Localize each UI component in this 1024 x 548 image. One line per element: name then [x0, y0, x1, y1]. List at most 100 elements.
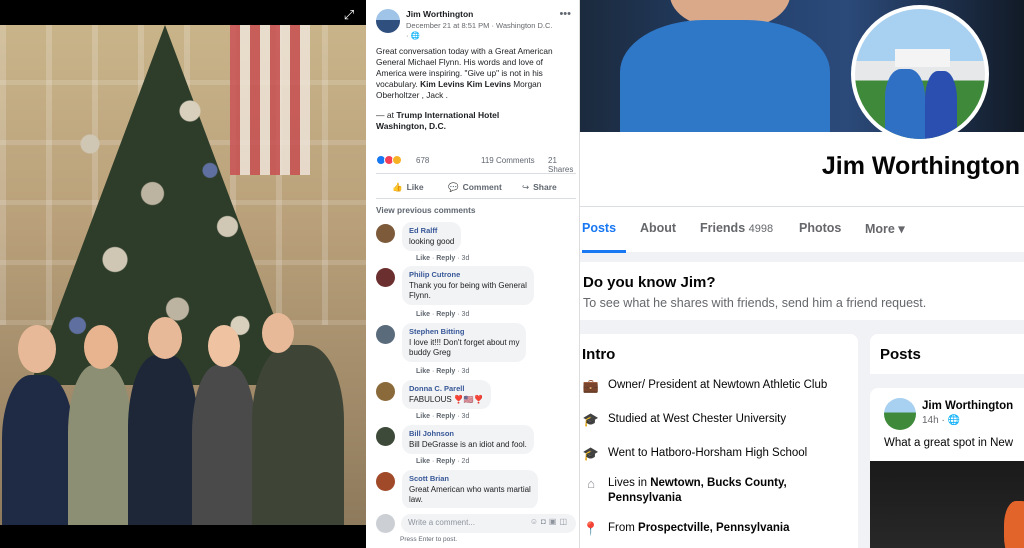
- comment-time[interactable]: 2d: [462, 458, 470, 465]
- commenter-avatar[interactable]: [376, 472, 395, 491]
- commenter-avatar[interactable]: [376, 268, 395, 287]
- comment-like[interactable]: Like: [416, 311, 430, 318]
- comment-like[interactable]: Like: [416, 368, 430, 375]
- comment-reply[interactable]: Reply: [436, 368, 455, 375]
- friend-request-card: Do you know Jim? To see what he shares w…: [580, 262, 1024, 320]
- comment: Ed Ralff looking good Like · Reply · 3d: [376, 222, 576, 264]
- intro-title: Intro: [582, 346, 616, 363]
- commenter-name[interactable]: Scott Brian: [409, 474, 531, 484]
- commenter-name[interactable]: Bill Johnson: [409, 429, 527, 439]
- person-1: [2, 375, 74, 525]
- post-line[interactable]: Oberholtzer , Jack .: [376, 90, 576, 101]
- from-place[interactable]: Prospectville, Pennsylvania: [638, 522, 790, 534]
- comment-input[interactable]: Write a comment... ☺◘▣◫: [401, 514, 576, 533]
- comment-like[interactable]: Like: [416, 458, 430, 465]
- checkin-place[interactable]: Trump International Hotel: [396, 110, 499, 120]
- preview-author[interactable]: Jim Worthington: [922, 400, 1013, 412]
- person-5: [252, 345, 344, 525]
- comment-bubble: Scott Brian Great American who wants mart…: [402, 470, 538, 508]
- comment-bubble: Bill Johnson Bill DeGrasse is an idiot an…: [402, 425, 534, 454]
- view-previous-comments[interactable]: View previous comments: [376, 205, 475, 215]
- comment: Scott Brian Great American who wants mart…: [376, 470, 576, 508]
- preview-image-accent: [1004, 501, 1024, 548]
- reaction-count[interactable]: 678: [416, 156, 429, 165]
- comment-button[interactable]: 💬 Comment: [448, 182, 502, 193]
- photo-viewer: ⤢: [0, 0, 366, 548]
- comments-count[interactable]: 119 Comments: [481, 156, 535, 165]
- comment: Philip Cutrone Thank you for being with G…: [376, 266, 576, 320]
- comment-text: I love it!!! Don't forget about my: [409, 338, 520, 347]
- tab-about[interactable]: About: [640, 221, 676, 235]
- comment-bubble: Ed Ralff looking good: [402, 222, 462, 251]
- tab-friends[interactable]: Friends 4998: [700, 221, 773, 235]
- person-1-head: [18, 325, 56, 373]
- comment-text: looking good: [409, 237, 455, 246]
- preview-image[interactable]: [870, 461, 1024, 548]
- location-pin-icon: 📍: [582, 521, 600, 536]
- share-button[interactable]: ↪ Share: [522, 182, 557, 193]
- ellipsis-icon[interactable]: •••: [559, 8, 571, 20]
- tab-posts[interactable]: Posts: [582, 221, 616, 235]
- preview-avatar[interactable]: [884, 398, 916, 430]
- post-header: Jim Worthington December 21 at 8:51 PM ·…: [376, 9, 576, 43]
- tagged-people[interactable]: Kim Levins Kim Levins: [420, 79, 511, 89]
- intro-work-text: Owner/ President at Newtown Athletic Clu…: [608, 379, 828, 391]
- profile-name: Jim Worthington: [821, 152, 1020, 180]
- camera-icon[interactable]: ◘: [541, 517, 549, 526]
- emoji-icon[interactable]: ☺: [530, 517, 541, 526]
- from-prefix: From: [608, 522, 639, 534]
- comment-like[interactable]: Like: [416, 255, 430, 262]
- comment-text: Thank you for being with General: [409, 281, 527, 290]
- comment-reply[interactable]: Reply: [436, 458, 455, 465]
- commenter-name[interactable]: Ed Ralff: [409, 226, 454, 236]
- globe-icon: 🌐: [410, 31, 420, 40]
- commenter-name[interactable]: Donna C. Parell: [409, 384, 484, 394]
- tagged-rest[interactable]: Morgan: [511, 79, 541, 89]
- lives-state[interactable]: Pennsylvania: [608, 492, 682, 504]
- checkin-city[interactable]: Washington, D.C.: [376, 121, 446, 131]
- comment-time[interactable]: 3d: [462, 311, 470, 318]
- tab-friends-label: Friends: [700, 221, 746, 235]
- post-body: Great conversation today with a Great Am…: [376, 46, 576, 101]
- comment-text: Flynn.: [409, 291, 431, 300]
- reaction-icons[interactable]: [376, 155, 402, 167]
- post-preview[interactable]: Jim Worthington 14h · 🌐 What a great spo…: [870, 388, 1024, 548]
- commenter-avatar[interactable]: [376, 325, 395, 344]
- graduation-cap-icon: 🎓: [582, 446, 600, 461]
- posts-header-card: Posts: [870, 334, 1024, 374]
- preview-time[interactable]: 14h · 🌐: [922, 415, 960, 426]
- post-meta-text[interactable]: December 21 at 8:51 PM · Washington D.C.…: [406, 21, 552, 40]
- commenter-avatar[interactable]: [376, 427, 395, 446]
- commenter-name[interactable]: Philip Cutrone: [409, 270, 527, 280]
- comment-reply[interactable]: Reply: [436, 255, 455, 262]
- comment-actions: Like · Reply · 3d: [416, 368, 469, 375]
- expand-icon[interactable]: ⤢: [342, 8, 356, 22]
- tab-more[interactable]: More ▾: [865, 221, 905, 236]
- sticker-icon[interactable]: ◫: [559, 517, 570, 526]
- tab-photos[interactable]: Photos: [799, 221, 841, 235]
- commenter-avatar[interactable]: [376, 382, 395, 401]
- gif-icon[interactable]: ▣: [549, 517, 560, 526]
- comment-time[interactable]: 3d: [462, 413, 470, 420]
- comment-reply[interactable]: Reply: [436, 413, 455, 420]
- author-name[interactable]: Jim Worthington: [406, 9, 473, 19]
- house-icon: ⌂: [587, 476, 595, 491]
- post-photo[interactable]: [0, 25, 366, 525]
- comment-time[interactable]: 3d: [462, 255, 470, 262]
- comment-text: FABULOUS ❣️🇺🇸❣️: [409, 395, 484, 404]
- person-4: [192, 365, 256, 525]
- shares-count[interactable]: 21 Shares: [548, 156, 576, 174]
- comment-time[interactable]: 3d: [462, 368, 470, 375]
- lives-place[interactable]: Newtown, Bucks County,: [650, 477, 787, 489]
- like-button[interactable]: 👍 Like: [392, 182, 424, 193]
- commenter-avatar[interactable]: [376, 224, 395, 243]
- profile-picture[interactable]: [851, 5, 989, 143]
- comment-reply[interactable]: Reply: [436, 311, 455, 318]
- comment-like[interactable]: Like: [416, 413, 430, 420]
- commenter-name[interactable]: Stephen Bitting: [409, 327, 519, 337]
- comment-label: Comment: [462, 182, 502, 192]
- author-avatar[interactable]: [376, 9, 400, 33]
- checkin-prefix: — at: [376, 110, 397, 120]
- comment: Donna C. Parell FABULOUS ❣️🇺🇸❣️ Like · Re…: [376, 380, 576, 424]
- comment-text: Bill DeGrasse is an idiot and fool.: [409, 440, 527, 449]
